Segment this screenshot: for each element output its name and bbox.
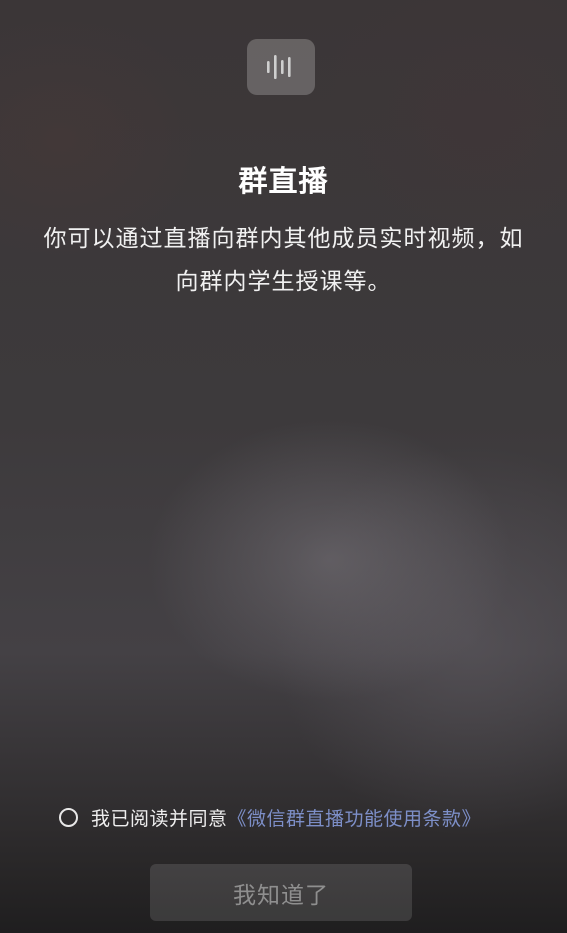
voice-waveform-icon (247, 39, 315, 95)
confirm-button[interactable]: 我知道了 (150, 864, 412, 921)
page-title: 群直播 (238, 164, 329, 198)
agreement-radio[interactable] (59, 807, 78, 827)
terms-link[interactable]: 《微信群直播功能使用条款》 (228, 804, 482, 831)
intro-line-2: 向群内学生授课等。 (175, 269, 392, 295)
intro-description: 你可以通过直播向群内其他成员实时视频，如 向群内学生授课等。 (30, 218, 537, 304)
agreement-prefix: 我已阅读并同意 (91, 807, 228, 830)
intro-line-1: 你可以通过直播向群内其他成员实时视频，如 (43, 226, 524, 252)
blurred-background (0, 0, 567, 933)
agreement-row: 我已阅读并同意 《微信群直播功能使用条款》 (59, 804, 481, 830)
waveform-glyph (267, 55, 291, 79)
live-intro-screen: 群直播 你可以通过直播向群内其他成员实时视频，如 向群内学生授课等。 我已阅读并… (0, 0, 567, 933)
